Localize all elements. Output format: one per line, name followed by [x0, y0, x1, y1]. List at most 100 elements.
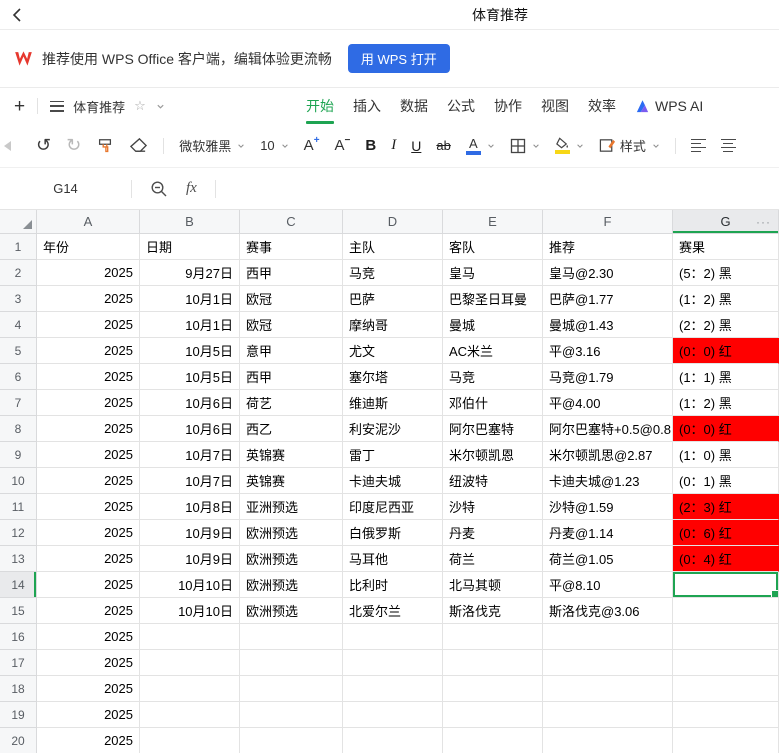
row-header-6[interactable]: 6 — [0, 364, 37, 390]
cell-D13[interactable]: 马耳他 — [343, 546, 443, 572]
more-columns-indicator[interactable]: ··· — [756, 215, 771, 229]
row-header-13[interactable]: 13 — [0, 546, 37, 572]
cell-C20[interactable] — [240, 728, 343, 753]
cell-E9[interactable]: 米尔顿凯恩 — [443, 442, 543, 468]
cell-D14[interactable]: 比利时 — [343, 572, 443, 598]
tab-efficiency[interactable]: 效率 — [588, 88, 616, 124]
document-title[interactable]: 体育推荐 — [73, 97, 125, 116]
tab-view[interactable]: 视图 — [541, 88, 569, 124]
row-header-11[interactable]: 11 — [0, 494, 37, 520]
align-left-icon[interactable] — [691, 139, 706, 153]
cell-A20[interactable]: 2025 — [37, 728, 140, 753]
chevron-down-icon[interactable] — [156, 102, 165, 111]
underline-button[interactable]: U — [411, 138, 421, 154]
cell-B3[interactable]: 10月1日 — [140, 286, 240, 312]
row-header-16[interactable]: 16 — [0, 624, 37, 650]
cell-A15[interactable]: 2025 — [37, 598, 140, 624]
row-header-15[interactable]: 15 — [0, 598, 37, 624]
cell-C10[interactable]: 英锦赛 — [240, 468, 343, 494]
row-header-9[interactable]: 9 — [0, 442, 37, 468]
cell-A8[interactable]: 2025 — [37, 416, 140, 442]
cell-A16[interactable]: 2025 — [37, 624, 140, 650]
cell-A5[interactable]: 2025 — [37, 338, 140, 364]
cell-G2[interactable]: (5：2) 黑 — [673, 260, 779, 286]
fx-icon[interactable]: fx — [186, 180, 197, 197]
cell-F7[interactable]: 平@4.00 — [543, 390, 673, 416]
cell-B16[interactable] — [140, 624, 240, 650]
cell-C9[interactable]: 英锦赛 — [240, 442, 343, 468]
cell-D2[interactable]: 马竞 — [343, 260, 443, 286]
cell-F10[interactable]: 卡迪夫城@1.23 — [543, 468, 673, 494]
open-in-wps-button[interactable]: 用 WPS 打开 — [348, 44, 450, 73]
cell-F1[interactable]: 推荐 — [543, 234, 673, 260]
font-size-select[interactable]: 10 — [260, 138, 288, 153]
format-painter-icon[interactable] — [96, 137, 114, 155]
cell-C17[interactable] — [240, 650, 343, 676]
cell-G3[interactable]: (1：2) 黑 — [673, 286, 779, 312]
zoom-out-icon[interactable] — [150, 180, 168, 198]
cell-C3[interactable]: 欧冠 — [240, 286, 343, 312]
cell-A3[interactable]: 2025 — [37, 286, 140, 312]
cell-F6[interactable]: 马竞@1.79 — [543, 364, 673, 390]
increase-font-button[interactable]: A+ — [304, 137, 320, 154]
cell-C15[interactable]: 欧洲预选 — [240, 598, 343, 624]
cell-C8[interactable]: 西乙 — [240, 416, 343, 442]
cell-E8[interactable]: 阿尔巴塞特 — [443, 416, 543, 442]
bold-button[interactable]: B — [365, 137, 376, 154]
row-header-3[interactable]: 3 — [0, 286, 37, 312]
cell-A13[interactable]: 2025 — [37, 546, 140, 572]
row-header-19[interactable]: 19 — [0, 702, 37, 728]
cell-B1[interactable]: 日期 — [140, 234, 240, 260]
cell-E14[interactable]: 北马其顿 — [443, 572, 543, 598]
cell-C6[interactable]: 西甲 — [240, 364, 343, 390]
cell-A12[interactable]: 2025 — [37, 520, 140, 546]
select-all-corner[interactable] — [0, 210, 37, 234]
cell-E6[interactable]: 马竞 — [443, 364, 543, 390]
menu-icon[interactable] — [50, 101, 64, 112]
cell-D3[interactable]: 巴萨 — [343, 286, 443, 312]
cell-G7[interactable]: (1：2) 黑 — [673, 390, 779, 416]
cell-B20[interactable] — [140, 728, 240, 753]
align-center-icon[interactable] — [721, 139, 736, 153]
cell-D18[interactable] — [343, 676, 443, 702]
col-header-D[interactable]: D — [343, 210, 443, 234]
cell-A18[interactable]: 2025 — [37, 676, 140, 702]
row-header-1[interactable]: 1 — [0, 234, 37, 260]
cell-A6[interactable]: 2025 — [37, 364, 140, 390]
row-header-5[interactable]: 5 — [0, 338, 37, 364]
cell-style-button[interactable]: 样式 — [599, 136, 660, 155]
cell-B14[interactable]: 10月10日 — [140, 572, 240, 598]
cell-C16[interactable] — [240, 624, 343, 650]
cell-reference-box[interactable]: G14 — [0, 181, 131, 196]
cell-G12[interactable]: (0：6) 红 — [673, 520, 779, 546]
cell-E1[interactable]: 客队 — [443, 234, 543, 260]
cell-E20[interactable] — [443, 728, 543, 753]
cell-A4[interactable]: 2025 — [37, 312, 140, 338]
row-header-4[interactable]: 4 — [0, 312, 37, 338]
cell-C1[interactable]: 赛事 — [240, 234, 343, 260]
cell-E10[interactable]: 纽波特 — [443, 468, 543, 494]
cell-E7[interactable]: 邓伯什 — [443, 390, 543, 416]
cell-F15[interactable]: 斯洛伐克@3.06 — [543, 598, 673, 624]
cell-E12[interactable]: 丹麦 — [443, 520, 543, 546]
tab-home[interactable]: 开始 — [306, 88, 334, 124]
font-color-button[interactable]: A — [466, 137, 495, 155]
row-header-12[interactable]: 12 — [0, 520, 37, 546]
cell-F16[interactable] — [543, 624, 673, 650]
col-header-E[interactable]: E — [443, 210, 543, 234]
cell-B7[interactable]: 10月6日 — [140, 390, 240, 416]
cell-F17[interactable] — [543, 650, 673, 676]
wps-ai-button[interactable]: WPS AI — [635, 98, 703, 114]
cell-D17[interactable] — [343, 650, 443, 676]
cell-F19[interactable] — [543, 702, 673, 728]
cell-F12[interactable]: 丹麦@1.14 — [543, 520, 673, 546]
row-header-20[interactable]: 20 — [0, 728, 37, 753]
undo-icon[interactable]: ↺ — [36, 135, 51, 156]
cell-D11[interactable]: 印度尼西亚 — [343, 494, 443, 520]
cell-B2[interactable]: 9月27日 — [140, 260, 240, 286]
cell-B13[interactable]: 10月9日 — [140, 546, 240, 572]
cell-G19[interactable] — [673, 702, 779, 728]
cell-D10[interactable]: 卡迪夫城 — [343, 468, 443, 494]
cell-D12[interactable]: 白俄罗斯 — [343, 520, 443, 546]
cell-B11[interactable]: 10月8日 — [140, 494, 240, 520]
